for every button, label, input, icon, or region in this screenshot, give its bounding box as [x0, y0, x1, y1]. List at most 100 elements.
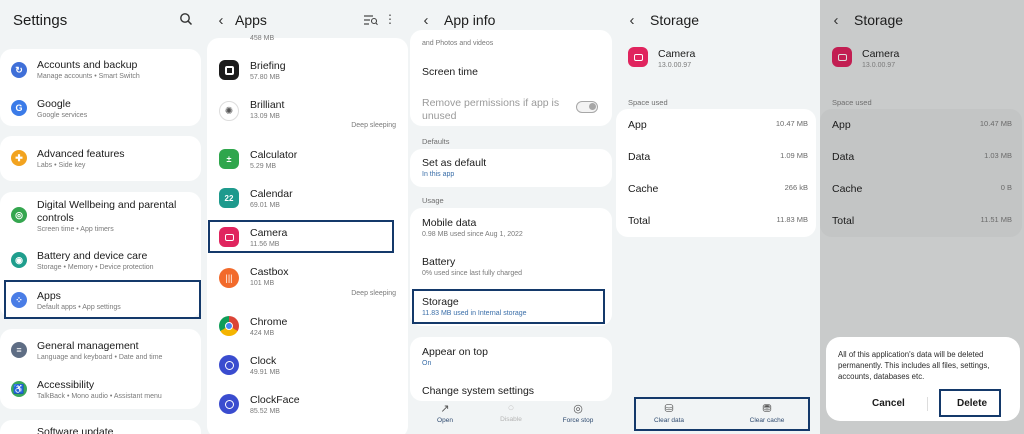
row-label: App	[832, 119, 851, 131]
cancel-button[interactable]: Cancel	[872, 398, 905, 409]
settings-item-digital-wellbeing[interactable]: ◎ Digital Wellbeing and parental control…	[0, 198, 205, 234]
item-title: Software update	[37, 426, 114, 434]
open-button[interactable]: ↗ Open	[410, 402, 480, 424]
remove-permissions-toggle[interactable]	[576, 101, 598, 113]
button-label: Open	[437, 417, 453, 424]
row-value: 10.47 MB	[775, 119, 808, 128]
settings-header: Settings	[0, 0, 205, 40]
row-label: Data	[628, 151, 651, 163]
app-size: 13.09 MB	[250, 113, 280, 120]
delete-confirm-dialog: All of this application's data will be d…	[826, 337, 1020, 421]
disable-button[interactable]: ○ Disable	[476, 402, 546, 423]
item-subtitle: In this app	[422, 171, 455, 178]
list-item[interactable]: ✺ Brilliant 13.09 MB Deep sleeping	[205, 97, 410, 133]
settings-item-software-update[interactable]: Software update	[0, 426, 205, 434]
clockface-icon	[219, 394, 239, 414]
item-subtitle: On	[422, 360, 432, 367]
screen-time-item[interactable]: Screen time	[410, 66, 616, 82]
list-item[interactable]: Briefing 57.80 MB	[205, 58, 410, 86]
item-subtitle: Storage • Memory • Device protection	[37, 264, 154, 271]
force-stop-icon: ◎	[573, 403, 583, 415]
item-title: Accounts and backup	[37, 59, 138, 71]
row-value: 1.09 MB	[780, 151, 808, 160]
item-title: Accessibility	[37, 379, 95, 391]
item-title: Battery	[422, 256, 456, 268]
item-title: Mobile data	[422, 217, 477, 229]
list-item[interactable]: ||| Castbox 101 MB Deep sleeping	[205, 264, 410, 300]
row-label: Data	[832, 151, 855, 163]
row-value: 11.51 MB	[980, 215, 1012, 224]
advanced-features-icon: ✚	[11, 150, 27, 166]
change-system-settings-item[interactable]: Change system settings	[410, 385, 616, 399]
force-stop-button[interactable]: ◎ Force stop	[543, 402, 613, 424]
row-value: 0 B	[1000, 183, 1012, 192]
app-size: 85.52 MB	[250, 408, 280, 415]
back-arrow-icon[interactable]: ‹	[213, 12, 229, 29]
search-icon[interactable]	[179, 12, 193, 26]
page-title: App info	[444, 12, 496, 28]
app-name: Camera	[862, 48, 900, 60]
dialog-message: All of this application's data will be d…	[838, 350, 990, 381]
usage-section-header: Usage	[422, 196, 444, 205]
storage-header: ‹ Storage	[616, 0, 820, 40]
battery-item[interactable]: Battery 0% used since last fully charged	[410, 256, 616, 280]
defaults-section-header: Defaults	[422, 137, 450, 146]
item-title: Google	[37, 98, 71, 110]
settings-item-advanced-features[interactable]: ✚ Advanced features Labs • Side key	[0, 146, 205, 174]
storage-row-total: Total 11.51 MB	[820, 215, 1024, 229]
castbox-icon: |||	[219, 268, 239, 288]
appear-on-top-item[interactable]: Appear on top On	[410, 346, 616, 370]
list-item[interactable]: 458 MB	[205, 34, 410, 44]
back-arrow-icon[interactable]: ‹	[828, 12, 844, 29]
item-subtitle: TalkBack • Mono audio • Assistant menu	[37, 393, 162, 400]
storage-row-data: Data 1.03 MB	[820, 151, 1024, 165]
space-used-header: Space used	[832, 98, 872, 107]
settings-item-accounts[interactable]: ↻ Accounts and backup Manage accounts • S…	[0, 57, 205, 85]
list-item[interactable]: 22 Calendar 69.01 MB	[205, 186, 410, 214]
storage-highlight-box	[412, 289, 605, 324]
item-subtitle: Labs • Side key	[37, 162, 86, 169]
remove-permissions-item[interactable]: Remove permissions if app is unused	[410, 97, 616, 123]
mobile-data-item[interactable]: Mobile data 0.98 MB used since Aug 1, 202…	[410, 217, 616, 241]
app-size: 101 MB	[250, 280, 275, 287]
set-as-default-item[interactable]: Set as default In this app	[410, 157, 616, 181]
settings-item-accessibility[interactable]: ♿ Accessibility TalkBack • Mono audio • A…	[0, 377, 205, 405]
item-subtitle: 0.98 MB used since Aug 1, 2022	[422, 231, 523, 238]
camera-highlight-box	[208, 220, 394, 253]
settings-item-google[interactable]: G Google Google services	[0, 96, 205, 124]
permissions-summary: and Photos and videos	[422, 40, 494, 47]
list-item[interactable]: Chrome 424 MB	[205, 314, 410, 342]
app-name: Briefing	[250, 60, 286, 72]
camera-icon	[832, 47, 852, 67]
space-used-header: Space used	[628, 98, 668, 107]
apps-highlight-box	[4, 280, 201, 319]
app-name: Brilliant	[250, 99, 285, 111]
row-label: App	[628, 119, 647, 131]
more-options-icon[interactable]: ⋮	[384, 12, 396, 26]
back-arrow-icon[interactable]: ‹	[418, 12, 434, 29]
item-title: Battery and device care	[37, 250, 148, 262]
back-arrow-icon[interactable]: ‹	[624, 12, 640, 29]
list-item[interactable]: ClockFace 85.52 MB	[205, 392, 410, 420]
storage-header: ‹ Storage	[820, 0, 1024, 40]
settings-item-general-management[interactable]: ≡ General management Language and keyboar…	[0, 338, 205, 366]
app-name: Calendar	[250, 188, 293, 200]
filter-search-icon[interactable]	[364, 13, 378, 26]
button-label: Disable	[500, 416, 522, 423]
app-version: 13.0.00.97	[658, 62, 692, 69]
camera-icon	[628, 47, 648, 67]
item-subtitle: Google services	[37, 112, 88, 119]
item-title: Screen time	[422, 66, 479, 78]
app-name: Castbox	[250, 266, 289, 278]
settings-item-battery[interactable]: ◉ Battery and device care Storage • Memor…	[0, 248, 205, 276]
item-title: Appear on top	[422, 346, 488, 358]
app-status-note: Deep sleeping	[351, 122, 396, 129]
item-title: Remove permissions if app is unused	[422, 97, 560, 122]
item-title: Digital Wellbeing and parental controls	[37, 199, 177, 224]
storage-row-cache: Cache 0 B	[820, 183, 1024, 197]
brilliant-icon: ✺	[219, 101, 239, 121]
list-item[interactable]: Clock 49.91 MB	[205, 353, 410, 381]
app-size: 49.91 MB	[250, 369, 280, 376]
list-item[interactable]: ± Calculator 5.29 MB	[205, 147, 410, 175]
app-info-screen: ‹ App info and Photos and videos Screen …	[410, 0, 616, 434]
